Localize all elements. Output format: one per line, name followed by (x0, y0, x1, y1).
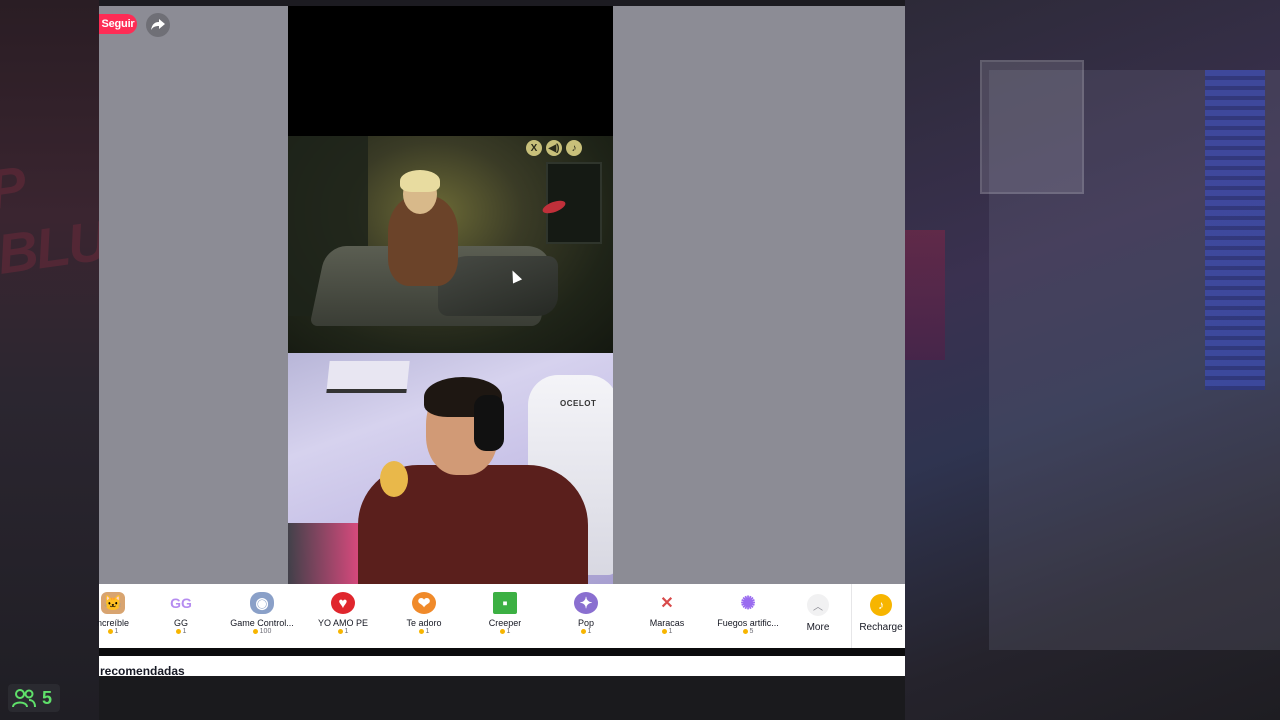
cat-icon: 🐱 (101, 592, 125, 614)
gift-price: 5 (742, 628, 753, 635)
more-label: More (806, 622, 830, 633)
coin-icon (107, 629, 113, 634)
fireworks-icon: ✺ (740, 592, 756, 613)
game-screen[interactable]: X ◀) ♪ (288, 136, 613, 353)
close-icon[interactable]: X (526, 140, 542, 156)
coin-icon (742, 629, 748, 634)
background-right (905, 0, 1280, 720)
gift-item[interactable]: ✕ Maracas 1 (627, 592, 707, 648)
gift-item[interactable]: ▪ Creeper 1 (465, 592, 545, 648)
gift-item[interactable]: ✦ Pop 1 (546, 592, 626, 648)
people-icon (12, 689, 36, 708)
gift-divider (851, 584, 852, 648)
webcam-lamp (326, 361, 410, 393)
gift-name: GG (173, 618, 188, 628)
gift-name: Game Control... (230, 618, 294, 628)
headphones (474, 395, 504, 451)
neon-sign: P BLUE (0, 154, 146, 286)
chair-brand: OCELOT (560, 399, 597, 408)
creeper-icon: ▪ (493, 592, 517, 614)
recharge-button[interactable]: ♪ Recharge (857, 594, 905, 644)
gift-name: ncreíble (96, 618, 130, 628)
more-gifts-button[interactable]: ︿ More (797, 594, 839, 644)
recharge-label: Recharge (859, 622, 903, 633)
gift-name: Fuegos artific... (717, 618, 779, 628)
gift-price: 1 (499, 628, 510, 635)
music-icon[interactable]: ♪ (566, 140, 582, 156)
keyboard (288, 523, 358, 584)
gift-list: 🐱 ncreíble 1 GG GG 1 ◉ Game Control... 1… (96, 584, 851, 648)
coin-icon (418, 629, 424, 634)
follow-button[interactable]: Seguir (99, 14, 137, 34)
gift-name: Creeper (488, 618, 522, 628)
coin-icon (252, 629, 258, 634)
share-icon (151, 19, 165, 30)
background-frame (980, 60, 1084, 194)
player-side-right (613, 6, 905, 584)
viewer-count: 5 (8, 684, 60, 712)
heart-ball-icon: ♥ (331, 592, 355, 614)
maracas-icon: ✕ (660, 595, 674, 612)
gift-name: Maracas (649, 618, 685, 628)
gift-item[interactable]: ◉ Game Control... 100 (222, 592, 302, 648)
live-video[interactable]: X ◀) ♪ OCELOT (288, 6, 613, 584)
gift-item[interactable]: GG GG 1 (141, 592, 221, 648)
coin-icon (580, 629, 586, 634)
coin-icon (175, 629, 181, 634)
game-character-hair (400, 170, 440, 192)
gift-price: 100 (252, 628, 271, 635)
gift-price: 1 (661, 628, 672, 635)
gift-price: 1 (175, 628, 186, 635)
pop-icon: ✦ (574, 592, 598, 614)
gift-name: YO AMO PE (317, 618, 368, 628)
background-blinds (1205, 70, 1265, 390)
gift-item[interactable]: ❤ Te adoro 1 (384, 592, 464, 648)
coin-icon: ♪ (870, 594, 892, 616)
chevron-up-icon: ︿ (807, 594, 829, 616)
section-title: recomendadas (100, 664, 185, 678)
player-side-left (99, 6, 288, 584)
gift-bar: 🐱 ncreíble 1 GG GG 1 ◉ Game Control... 1… (96, 584, 905, 648)
gift-name: Te adoro (406, 618, 442, 628)
background-poster (905, 230, 945, 360)
controller-icon: ◉ (250, 592, 274, 614)
gift-item[interactable]: ✺ Fuegos artific... 5 (708, 592, 788, 648)
gift-price: 1 (107, 628, 118, 635)
background-bottom (99, 676, 905, 720)
gg-icon: GG (170, 595, 192, 611)
coin-icon (661, 629, 667, 634)
toy-figure (380, 461, 408, 497)
webcam-feed: OCELOT (288, 353, 613, 584)
viewer-count-number: 5 (42, 687, 53, 708)
game-controls: X ◀) ♪ (526, 140, 582, 156)
hug-icon: ❤ (412, 592, 436, 614)
coin-icon (499, 629, 505, 634)
sound-icon[interactable]: ◀) (546, 140, 562, 156)
gift-price: 1 (418, 628, 429, 635)
gift-price: 1 (337, 628, 348, 635)
gift-price: 1 (580, 628, 591, 635)
section-divider (99, 648, 905, 656)
gift-name: Pop (577, 618, 594, 628)
share-button[interactable] (146, 13, 170, 37)
gift-item[interactable]: ♥ YO AMO PE 1 (303, 592, 383, 648)
coin-icon (337, 629, 343, 634)
